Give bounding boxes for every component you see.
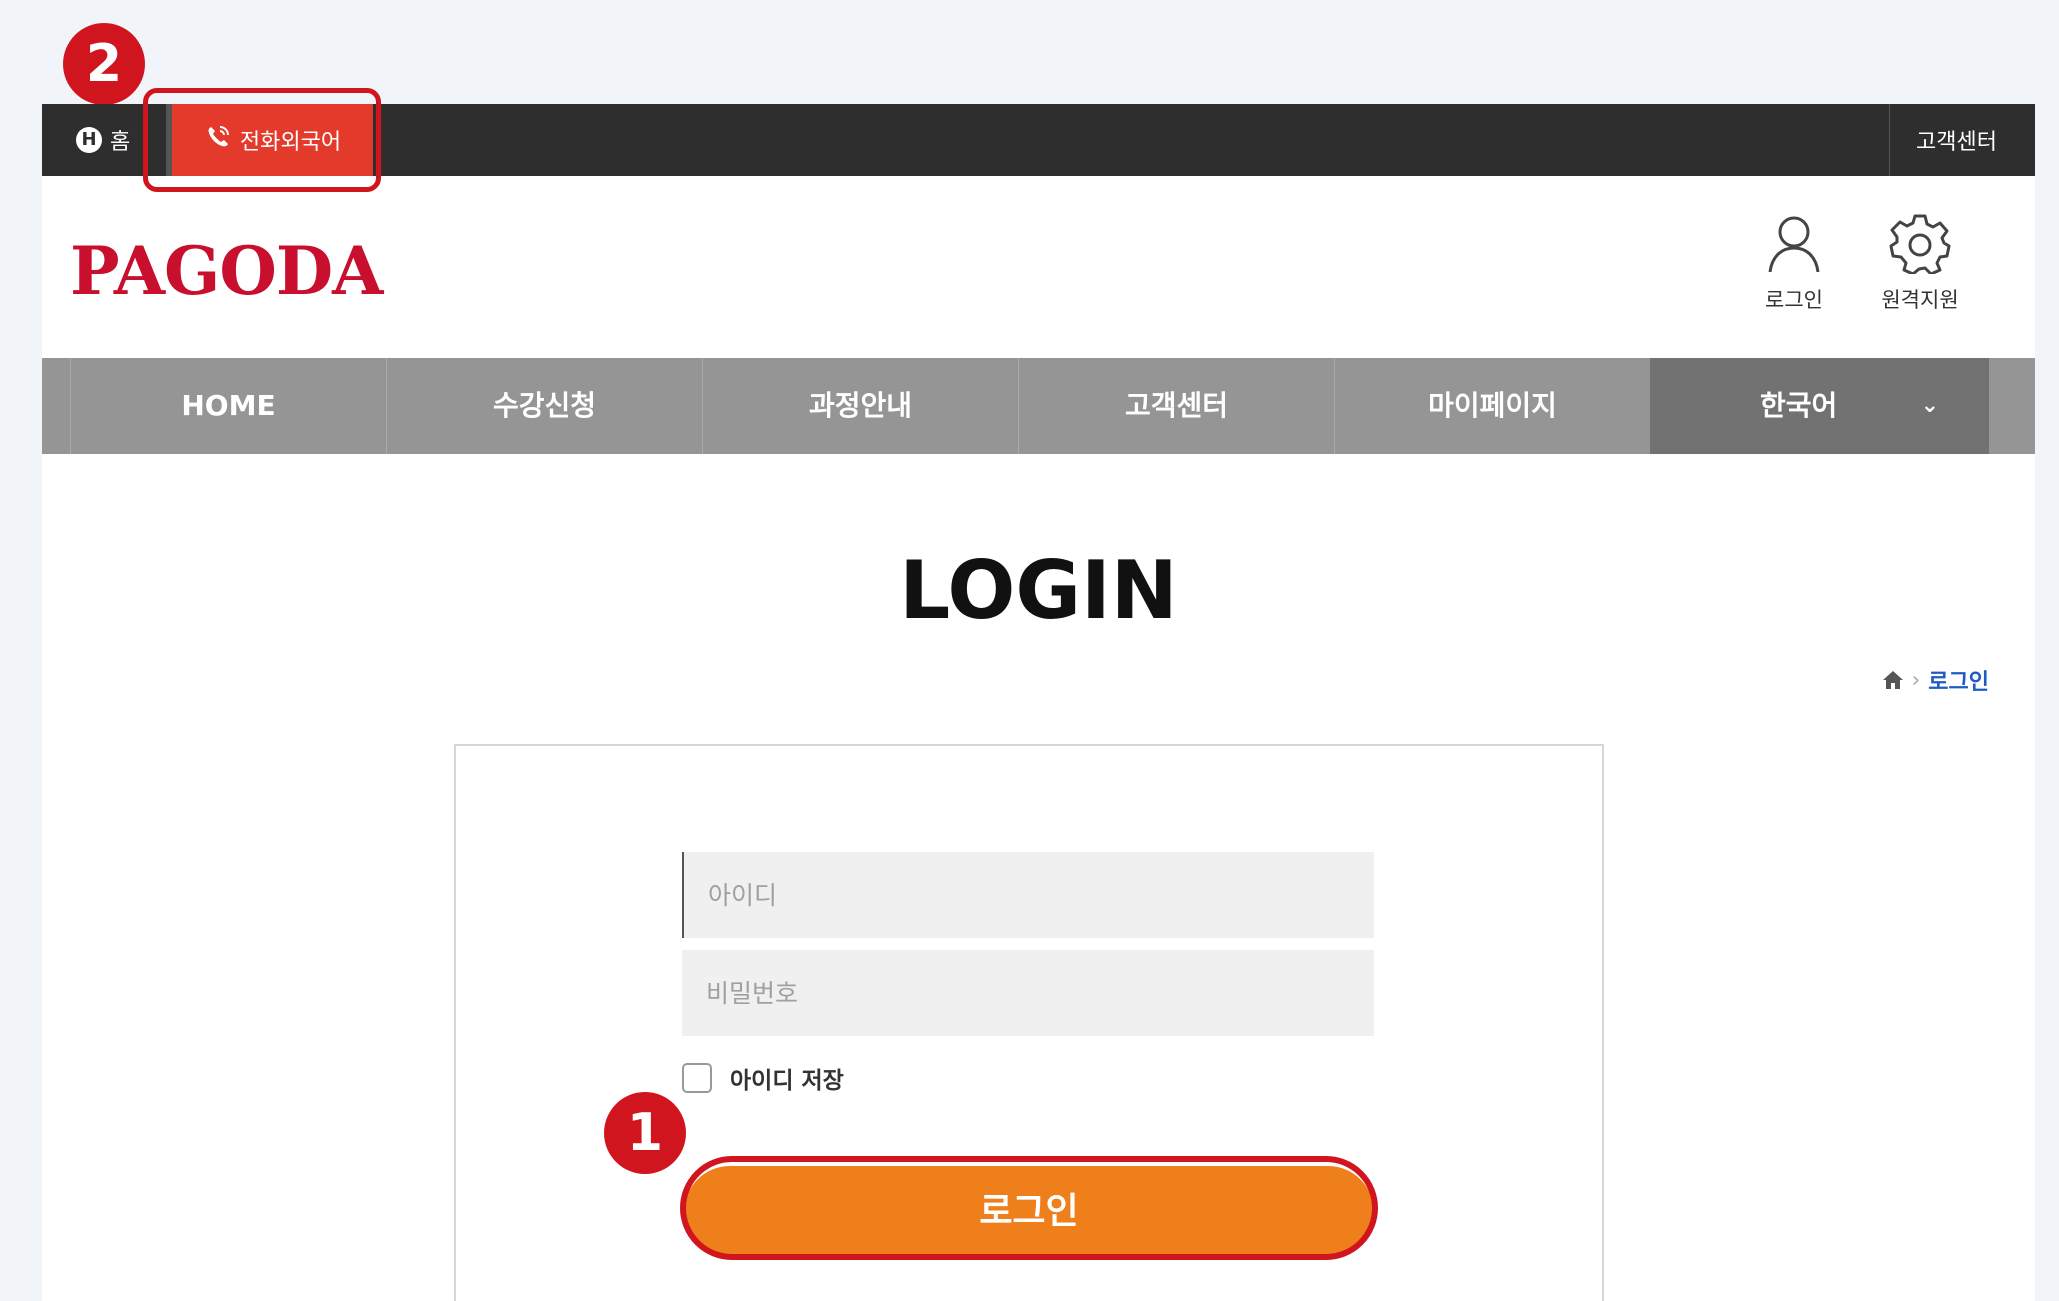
user-icon (1768, 216, 1820, 273)
home-link[interactable]: H 홈 (76, 120, 130, 160)
phone-language-tab[interactable]: 전화외국어 (166, 104, 373, 176)
gear-icon (1889, 214, 1951, 274)
password-input[interactable] (682, 950, 1374, 1036)
remember-id-label: 아이디 저장 (730, 1068, 844, 1094)
remote-support-label: 원격지원 (1881, 288, 1959, 312)
header-login-button[interactable]: 로그인 (1744, 212, 1844, 332)
utility-bar: H 홈 전화외국어 고객센터 (42, 104, 2035, 176)
breadcrumb: › 로그인 (1881, 664, 1989, 696)
website-frame: H 홈 전화외국어 고객센터 PAGODA 로그인 원격지원 HOME 수강신청… (42, 104, 2035, 1301)
breadcrumb-current: 로그인 (1928, 670, 1989, 695)
chevron-down-icon: ⌄ (1920, 393, 1939, 418)
nav-home[interactable]: HOME (70, 358, 386, 454)
h-home-icon: H (76, 127, 102, 153)
phone-language-label: 전화외국어 (239, 130, 342, 155)
header-login-label: 로그인 (1765, 288, 1823, 312)
home-link-label: 홈 (110, 130, 131, 155)
phone-icon (204, 123, 232, 157)
page: 2 H 홈 전화외국어 고객센터 PAGODA 로그인 원격지원 HOME 수강… (0, 0, 2059, 1301)
topbar-customer-center-link[interactable]: 고객센터 (1889, 104, 2023, 176)
remote-support-button[interactable]: 원격지원 (1870, 212, 1970, 332)
remember-id-checkbox[interactable] (682, 1063, 712, 1093)
callout-badge-2: 2 (63, 23, 145, 105)
nav-course-info[interactable]: 과정안내 (702, 358, 1018, 454)
callout-highlight-login-button (680, 1156, 1378, 1260)
nav-mypage[interactable]: 마이페이지 (1334, 358, 1650, 454)
remember-id-option[interactable]: 아이디 저장 (682, 1061, 844, 1095)
home-icon[interactable] (1881, 669, 1905, 691)
pagoda-logo[interactable]: PAGODA (70, 232, 383, 310)
nav-customer-center[interactable]: 고객센터 (1018, 358, 1334, 454)
id-input[interactable] (682, 852, 1374, 938)
nav-apply[interactable]: 수강신청 (386, 358, 702, 454)
main-navigation: HOME 수강신청 과정안내 고객센터 마이페이지 한국어 ⌄ (42, 358, 2035, 454)
language-selector[interactable]: 한국어 ⌄ (1650, 358, 1989, 454)
breadcrumb-separator-icon: › (1911, 667, 1921, 693)
callout-badge-1: 1 (604, 1092, 686, 1174)
page-title: LOGIN (899, 544, 1178, 637)
language-selector-label: 한국어 (1760, 389, 1838, 422)
